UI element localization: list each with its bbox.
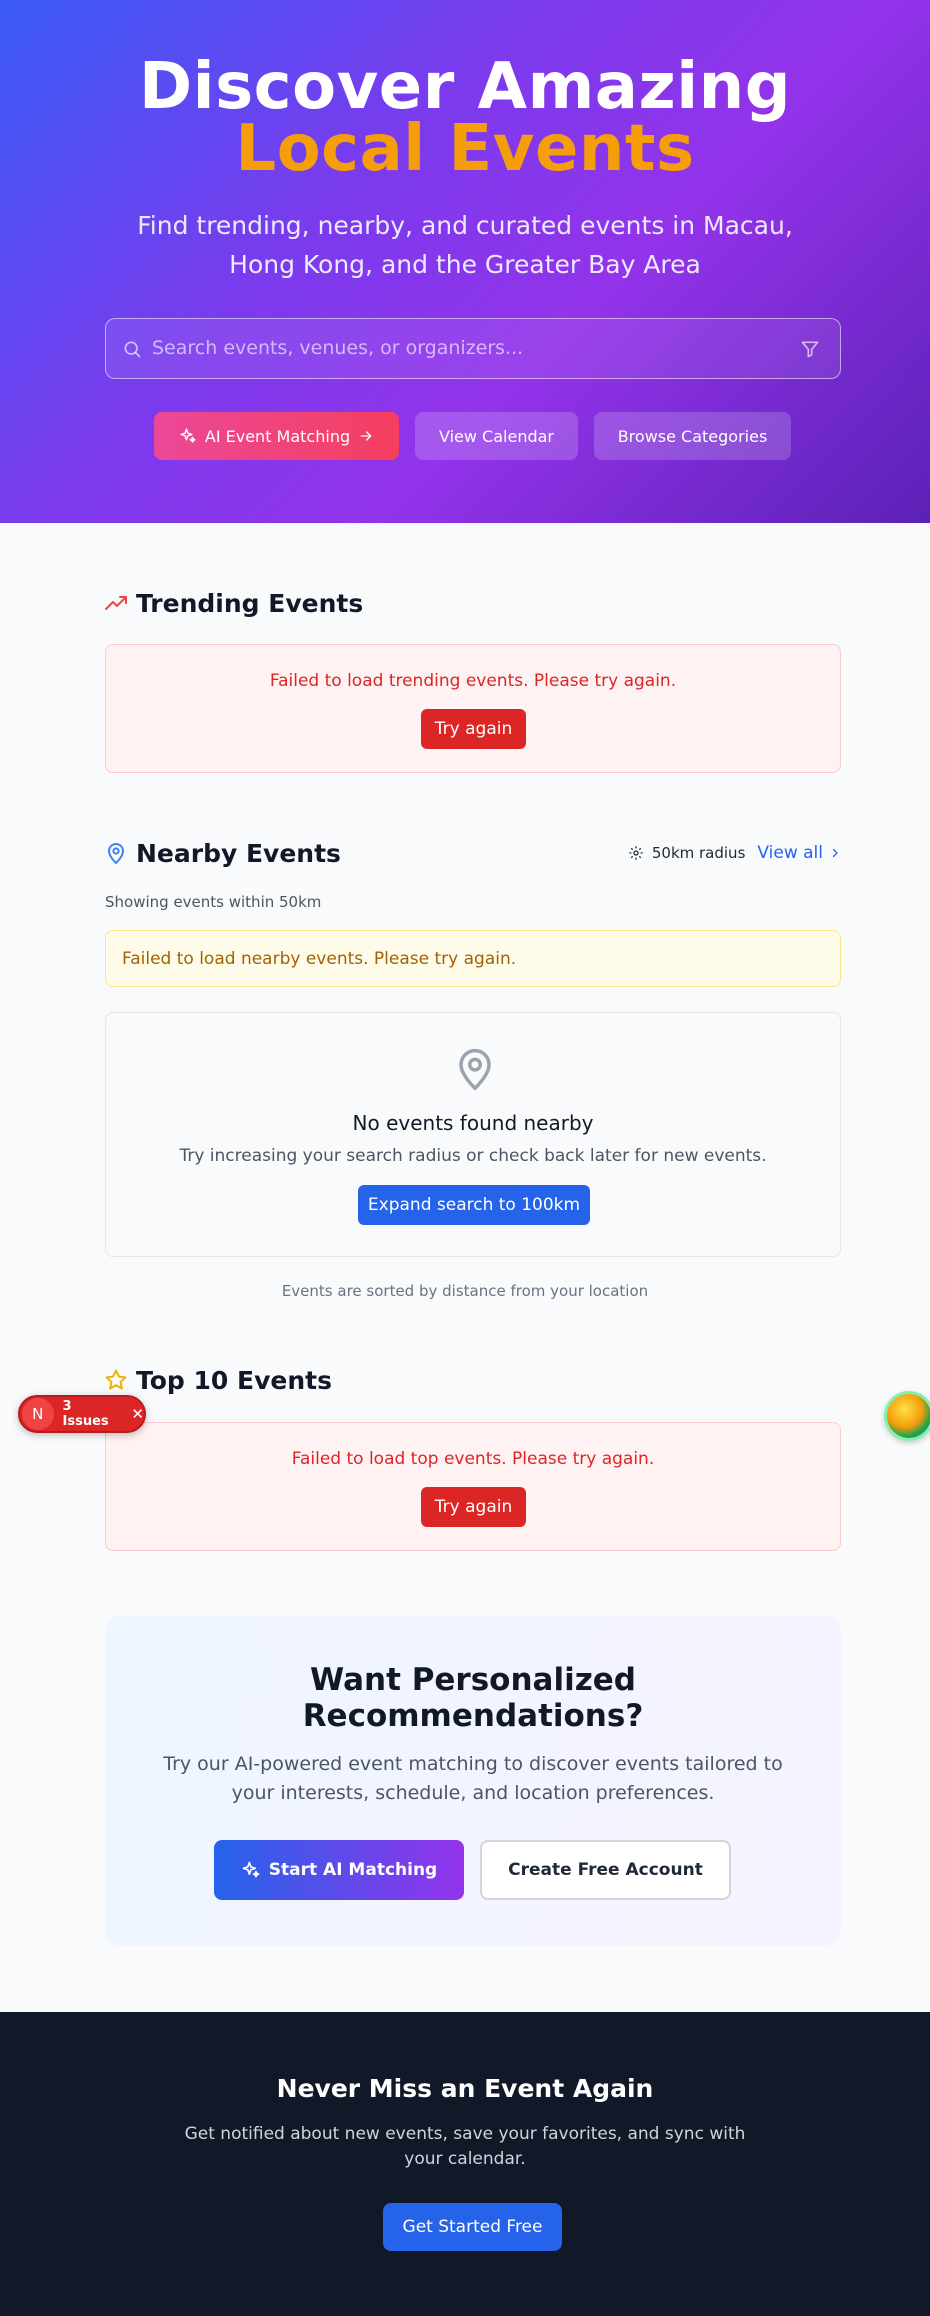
nearby-heading: Nearby Events	[104, 837, 341, 869]
browse-categories-button[interactable]: Browse Categories	[594, 412, 791, 460]
ai-event-matching-label: AI Event Matching	[204, 426, 351, 446]
view-all-link[interactable]: View all	[757, 843, 841, 863]
sparkles-icon	[180, 428, 196, 443]
promo-title-line2: Recommendations?	[302, 1698, 644, 1734]
view-calendar-button[interactable]: View Calendar	[415, 412, 578, 460]
page: Discover Amazing Local Events Find trend…	[0, 0, 930, 2316]
promo-description: Try our AI-powered event matching to dis…	[163, 1753, 783, 1804]
map-pin-icon	[459, 1048, 491, 1091]
settings-icon[interactable]	[628, 845, 644, 861]
view-all-label: View all	[757, 843, 823, 863]
nearby-controls: 50km radius View all	[628, 840, 841, 866]
start-ai-matching-button[interactable]: Start AI Matching	[214, 1840, 464, 1900]
top10-heading: Top 10 Events	[104, 1364, 332, 1396]
promo-title-line1: Want Personalized	[310, 1662, 636, 1698]
arrow-right-icon	[360, 431, 372, 441]
trending-error-box: Failed to load trending events. Please t…	[105, 644, 841, 773]
expand-search-button[interactable]: Expand search to 100km	[358, 1185, 590, 1225]
issues-count: 3 Issues	[62, 1399, 109, 1429]
sparkles-icon	[242, 1861, 260, 1878]
search-icon	[124, 341, 141, 358]
chevron-right-icon	[832, 848, 838, 858]
search-input[interactable]	[152, 319, 772, 377]
hero-title-accent: Local Events	[235, 112, 695, 186]
nearby-warning-box: Failed to load nearby events. Please try…	[105, 930, 841, 987]
ai-event-matching-button[interactable]: AI Event Matching	[154, 412, 399, 460]
trending-title: Trending Events	[136, 588, 364, 618]
promo-title: Want Personalized Recommendations?	[105, 1662, 841, 1734]
start-ai-matching-label: Start AI Matching	[268, 1860, 438, 1880]
empty-title: No events found nearby	[352, 1111, 594, 1135]
cta-description: Get notified about new events, save your…	[184, 2124, 746, 2169]
hero-title: Discover Amazing Local Events	[0, 55, 930, 186]
create-account-button[interactable]: Create Free Account	[480, 1840, 731, 1900]
map-pin-icon	[107, 843, 125, 865]
cta-title: Never Miss an Event Again	[276, 2074, 654, 2103]
trending-error-message: Failed to load trending events. Please t…	[269, 671, 677, 691]
nearby-title: Nearby Events	[136, 838, 341, 868]
star-icon	[105, 1369, 127, 1390]
top10-error-box: Failed to load top events. Please try ag…	[105, 1422, 841, 1551]
top10-error-message: Failed to load top events. Please try ag…	[291, 1449, 655, 1469]
close-icon[interactable]: ✕	[131, 1405, 144, 1423]
filter-icon[interactable]	[800, 339, 820, 359]
hero-section: Discover Amazing Local Events Find trend…	[0, 0, 930, 523]
nearby-empty-state: No events found nearby Try increasing yo…	[105, 1012, 841, 1257]
trending-heading: Trending Events	[104, 587, 363, 619]
nextjs-logo-icon: N	[22, 1398, 54, 1430]
empty-description: Try increasing your search radius or che…	[179, 1146, 767, 1166]
newsletter-cta: Never Miss an Event Again Get notified a…	[0, 2012, 930, 2316]
top10-retry-button[interactable]: Try again	[421, 1487, 526, 1527]
sort-note: Events are sorted by distance from your …	[281, 1282, 649, 1300]
trending-retry-button[interactable]: Try again	[421, 709, 526, 749]
hero-subtitle: Find trending, nearby, and curated event…	[137, 211, 793, 279]
nearby-warning-message: Failed to load nearby events. Please try…	[122, 948, 517, 969]
issues-badge[interactable]: N 3 Issues ✕	[18, 1395, 146, 1433]
personalized-promo: Want Personalized Recommendations? Try o…	[105, 1616, 841, 1946]
search-bar	[105, 318, 841, 379]
floating-avatar-button[interactable]	[884, 1391, 930, 1441]
nearby-radius-note: Showing events within 50km	[105, 893, 322, 911]
radius-label: 50km radius	[651, 844, 746, 862]
get-started-button[interactable]: Get Started Free	[383, 2203, 562, 2251]
top10-title: Top 10 Events	[136, 1365, 332, 1395]
trending-up-icon	[105, 596, 127, 610]
